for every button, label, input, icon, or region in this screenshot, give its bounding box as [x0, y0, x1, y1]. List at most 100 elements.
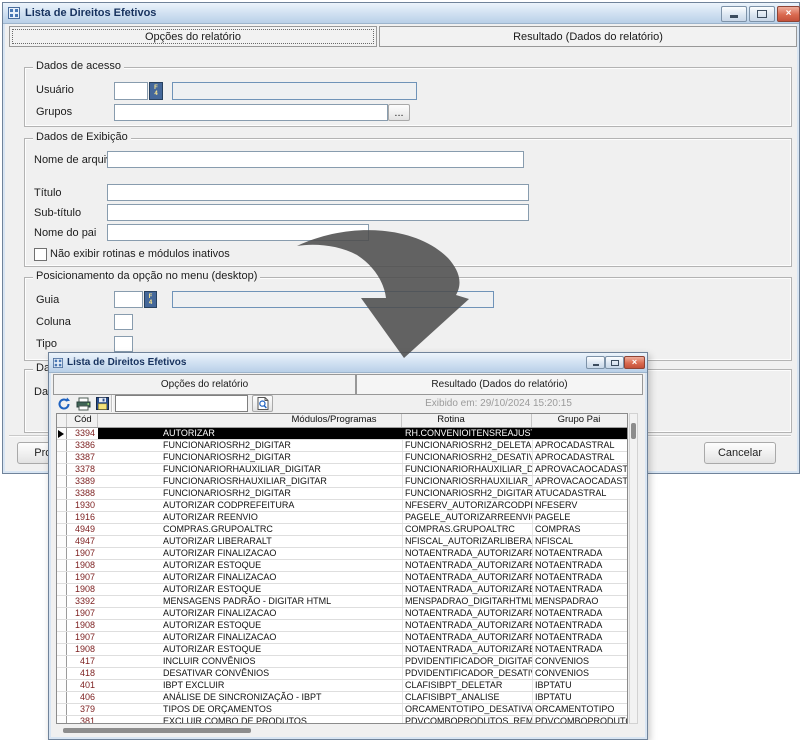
- row-indicator: [57, 644, 67, 655]
- tab-result[interactable]: Resultado (Dados do relatório): [356, 374, 643, 395]
- row-indicator: [57, 632, 67, 643]
- subtitle-field[interactable]: [107, 204, 529, 221]
- cell-modulo: TIPOS DE ORÇAMENTOS: [98, 704, 402, 715]
- title-field[interactable]: [107, 184, 529, 201]
- table-row[interactable]: 1908AUTORIZAR ESTOQUENOTAENTRADA_AUTORIZ…: [57, 560, 627, 572]
- cell-grupo-pai: NFESERV: [532, 500, 628, 511]
- cell-cod: 1907: [67, 548, 98, 559]
- cell-rotina: PDVCOMBOPRODUTOS_REMOVEF: [402, 716, 532, 724]
- cell-cod: 3388: [67, 488, 98, 499]
- cell-cod: 379: [67, 704, 98, 715]
- table-row[interactable]: 1908AUTORIZAR ESTOQUENOTAENTRADA_AUTORIZ…: [57, 644, 627, 656]
- maximize-button[interactable]: [605, 356, 624, 369]
- cell-modulo: AUTORIZAR FINALIZACAO: [98, 632, 402, 643]
- cell-grupo-pai: MENSPADRAO: [532, 596, 628, 607]
- table-row[interactable]: 4947AUTORIZAR LIBERARALTNFISCAL_AUTORIZA…: [57, 536, 627, 548]
- table-row[interactable]: 379TIPOS DE ORÇAMENTOSORCAMENTOTIPO_DESA…: [57, 704, 627, 716]
- maximize-button[interactable]: [749, 6, 775, 22]
- table-row[interactable]: 1916AUTORIZAR REENVIOPAGELE_AUTORIZARREE…: [57, 512, 627, 524]
- close-button[interactable]: ×: [624, 356, 645, 369]
- cell-modulo: AUTORIZAR CODPREFEITURA: [98, 500, 402, 511]
- vertical-scrollbar[interactable]: [629, 413, 638, 724]
- title-bar[interactable]: Lista de Direitos Efetivos ×: [3, 3, 799, 24]
- toolbar-separator: [111, 395, 113, 412]
- table-row[interactable]: 1908AUTORIZAR ESTOQUENOTAENTRADA_AUTORIZ…: [57, 620, 627, 632]
- parent-name-field[interactable]: [107, 224, 369, 241]
- minimize-icon: [730, 15, 738, 18]
- file-name-field[interactable]: [107, 151, 524, 168]
- close-button[interactable]: ×: [777, 6, 800, 22]
- cell-rotina: FUNCIONARIORHAUXILIAR_DIGITA: [402, 464, 532, 475]
- access-group-label: Dados de acesso: [33, 60, 124, 72]
- table-header[interactable]: Cód Módulos/Programas Rotina Grupo Pai: [57, 414, 627, 428]
- table-row[interactable]: 417INCLUIR CONVÊNIOSPDVIDENTIFICADOR_DIG…: [57, 656, 627, 668]
- cell-rotina: NOTAENTRADA_AUTORIZARFINALI: [402, 608, 532, 619]
- tab-options[interactable]: Opções do relatório: [53, 374, 356, 395]
- rights-table[interactable]: Cód Módulos/Programas Rotina Grupo Pai 3…: [56, 413, 628, 724]
- table-row[interactable]: 406ANÁLISE DE SINCRONIZAÇÃO - IBPTCLAFIS…: [57, 692, 627, 704]
- table-row[interactable]: 1907AUTORIZAR FINALIZACAONOTAENTRADA_AUT…: [57, 572, 627, 584]
- column-header-grupo-pai[interactable]: Grupo Pai: [558, 414, 601, 426]
- title-bar[interactable]: Lista de Direitos Efetivos ×: [49, 353, 647, 373]
- grupos-field[interactable]: [114, 104, 388, 121]
- cell-cod: 401: [67, 680, 98, 691]
- table-row[interactable]: 3378FUNCIONARIORHAUXILIAR_DIGITARFUNCION…: [57, 464, 627, 476]
- cell-rotina: ORCAMENTOTIPO_DESATIVAR: [402, 704, 532, 715]
- table-row[interactable]: 3392MENSAGENS PADRÃO - DIGITAR HTMLMENSP…: [57, 596, 627, 608]
- minimize-button[interactable]: [586, 356, 605, 369]
- table-row-selected[interactable]: 3394AUTORIZARRH.CONVENIOITENSREAJUSTE: [57, 428, 627, 440]
- table-row[interactable]: 418DESATIVAR CONVÊNIOSPDVIDENTIFICADOR_D…: [57, 668, 627, 680]
- cell-rotina: PAGELE_AUTORIZARREENVIO: [402, 512, 532, 523]
- filter-input[interactable]: [115, 395, 248, 412]
- grupos-browse-button[interactable]: ...: [388, 104, 410, 121]
- tab-result[interactable]: Resultado (Dados do relatório): [379, 26, 797, 47]
- tipo-field[interactable]: [114, 336, 133, 352]
- column-header-cod[interactable]: Cód: [74, 414, 91, 426]
- coluna-field[interactable]: [114, 314, 133, 330]
- cell-rotina: FUNCIONARIOSRHAUXILIAR_DIGIT: [402, 476, 532, 487]
- vertical-scrollbar-thumb[interactable]: [631, 423, 636, 439]
- table-row[interactable]: 1908AUTORIZAR ESTOQUENOTAENTRADA_AUTORIZ…: [57, 584, 627, 596]
- cell-cod: 3389: [67, 476, 98, 487]
- horizontal-scrollbar-thumb[interactable]: [63, 728, 251, 733]
- table-row[interactable]: 1907AUTORIZAR FINALIZACAONOTAENTRADA_AUT…: [57, 632, 627, 644]
- table-row[interactable]: 3389FUNCIONARIOSRHAUXILIAR_DIGITARFUNCIO…: [57, 476, 627, 488]
- usuario-f4-button[interactable]: F4: [149, 82, 163, 100]
- row-indicator: [57, 704, 67, 715]
- print-button[interactable]: [74, 395, 92, 412]
- guia-f4-button[interactable]: F4: [144, 291, 157, 308]
- table-row[interactable]: 3388FUNCIONARIOSRH2_DIGITARFUNCIONARIOSR…: [57, 488, 627, 500]
- table-row[interactable]: 1907AUTORIZAR FINALIZACAONOTAENTRADA_AUT…: [57, 548, 627, 560]
- cell-modulo: AUTORIZAR ESTOQUE: [98, 644, 402, 655]
- table-row[interactable]: 3387FUNCIONARIOSRH2_DIGITARFUNCIONARIOSR…: [57, 452, 627, 464]
- save-button[interactable]: [93, 395, 111, 412]
- preview-button[interactable]: [252, 395, 273, 412]
- cancel-button[interactable]: Cancelar: [704, 442, 776, 464]
- row-indicator: [57, 572, 67, 583]
- printer-icon: [76, 397, 91, 411]
- usuario-code-field[interactable]: [114, 82, 148, 100]
- close-icon: ×: [786, 9, 792, 19]
- refresh-button[interactable]: [55, 395, 73, 412]
- cell-cod: 3394: [67, 428, 98, 439]
- inactive-checkbox[interactable]: [34, 248, 47, 261]
- tab-options[interactable]: Opções do relatório: [9, 26, 377, 47]
- table-row[interactable]: 4949COMPRAS.GRUPOALTRCCOMPRAS.GRUPOALTRC…: [57, 524, 627, 536]
- column-header-modulos[interactable]: Módulos/Programas: [291, 414, 376, 426]
- table-row[interactable]: 401IBPT EXCLUIRCLAFISIBPT_DELETARIBPTATU: [57, 680, 627, 692]
- table-row[interactable]: 381EXCLUIR COMBO DE PRODUTOSPDVCOMBOPROD…: [57, 716, 627, 724]
- guia-code-field[interactable]: [114, 291, 143, 308]
- cell-rotina: CLAFISIBPT_ANALISE: [402, 692, 532, 703]
- cell-rotina: PDVIDENTIFICADOR_DIGITAR: [402, 656, 532, 667]
- table-row[interactable]: 1907AUTORIZAR FINALIZACAONOTAENTRADA_AUT…: [57, 608, 627, 620]
- coluna-label: Coluna: [36, 316, 71, 328]
- row-indicator: [57, 512, 67, 523]
- cell-grupo-pai: NOTAENTRADA: [532, 560, 628, 571]
- column-header-rotina[interactable]: Rotina: [437, 414, 464, 426]
- table-row[interactable]: 1930AUTORIZAR CODPREFEITURANFESERV_AUTOR…: [57, 500, 627, 512]
- cell-modulo: EXCLUIR COMBO DE PRODUTOS: [98, 716, 402, 724]
- row-indicator: [57, 596, 67, 607]
- minimize-button[interactable]: [721, 6, 747, 22]
- cell-modulo: AUTORIZAR FINALIZACAO: [98, 608, 402, 619]
- table-row[interactable]: 3386FUNCIONARIOSRH2_DIGITARFUNCIONARIOSR…: [57, 440, 627, 452]
